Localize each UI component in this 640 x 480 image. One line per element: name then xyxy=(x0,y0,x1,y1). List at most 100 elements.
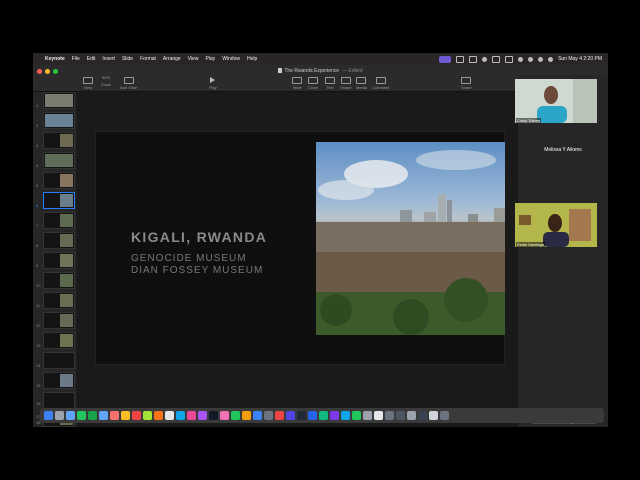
kigali-city-photo[interactable] xyxy=(316,142,505,335)
calendar-icon[interactable] xyxy=(132,411,141,420)
table-button[interactable]: Table xyxy=(292,77,302,90)
music-icon[interactable] xyxy=(187,411,196,420)
podcasts-icon[interactable] xyxy=(198,411,207,420)
text-button[interactable]: Text xyxy=(325,77,335,90)
sync-icon[interactable] xyxy=(482,56,488,62)
downloads-icon[interactable] xyxy=(429,411,438,420)
chrome-icon[interactable] xyxy=(275,411,284,420)
slide-thumbnail-9[interactable] xyxy=(43,252,75,269)
menu-arrange[interactable]: Arrange xyxy=(163,56,181,62)
slide-thumbnail-16[interactable] xyxy=(43,392,75,409)
preview-icon[interactable] xyxy=(363,411,372,420)
notes-icon[interactable] xyxy=(121,411,130,420)
shape-button[interactable]: Shape xyxy=(340,77,352,90)
slide-subtitle-line-2[interactable]: DIAN FOSSEY MUSEUM xyxy=(131,265,263,276)
menu-edit[interactable]: Edit xyxy=(87,56,96,62)
current-slide[interactable]: KIGALI, RWANDA GENOCIDE MUSEUM DIAN FOSS… xyxy=(95,131,505,365)
trash-icon[interactable] xyxy=(440,411,449,420)
slide-navigator: 1 2 3 4 5 6 7 8 9 10 11 12 13 14 15 16 1… xyxy=(33,92,76,427)
slide-subtitle-line-1[interactable]: GENOCIDE MUSEUM xyxy=(131,253,247,264)
comment-button[interactable]: Comment xyxy=(372,77,389,90)
app-store-icon[interactable] xyxy=(253,411,262,420)
share-label: Share xyxy=(461,85,472,90)
messages-icon[interactable] xyxy=(77,411,86,420)
view-label: View xyxy=(83,85,93,90)
slide-thumbnail-8[interactable] xyxy=(43,232,75,249)
finder-icon[interactable] xyxy=(44,411,53,420)
search-icon[interactable] xyxy=(528,56,534,62)
slide-thumbnail-3[interactable] xyxy=(43,132,75,149)
menu-help[interactable]: Help xyxy=(247,56,257,62)
slide-thumbnail-6[interactable] xyxy=(43,192,75,209)
menu-file[interactable]: File xyxy=(72,56,80,62)
news-icon[interactable] xyxy=(220,411,229,420)
menu-slide[interactable]: Slide xyxy=(122,56,133,62)
slide-thumbnail-2[interactable] xyxy=(43,112,75,129)
pages-icon[interactable] xyxy=(242,411,251,420)
menu-keynote[interactable]: Keynote xyxy=(45,56,65,62)
word-icon[interactable] xyxy=(308,411,317,420)
recent-document-icon[interactable] xyxy=(407,411,416,420)
share-button[interactable]: Share xyxy=(461,77,472,90)
menu-insert[interactable]: Insert xyxy=(102,56,115,62)
sidebar-icon xyxy=(83,77,93,84)
clipboard-icon[interactable] xyxy=(469,55,478,63)
battery-icon[interactable] xyxy=(505,55,514,63)
slide-thumbnail-5[interactable] xyxy=(43,172,75,189)
teams-icon[interactable] xyxy=(330,411,339,420)
siri-icon[interactable] xyxy=(548,56,554,62)
whatsapp-icon[interactable] xyxy=(352,411,361,420)
menu-clock[interactable]: Sun May 4 2:20 PM xyxy=(558,56,602,62)
slide-thumbnail-4[interactable] xyxy=(43,152,75,169)
mail-icon[interactable] xyxy=(99,411,108,420)
slide-thumbnail-13[interactable] xyxy=(43,332,75,349)
zoom-app-icon[interactable] xyxy=(286,411,295,420)
cloud-icon[interactable] xyxy=(456,55,465,63)
reminders-icon[interactable] xyxy=(154,411,163,420)
safari-icon[interactable] xyxy=(66,411,75,420)
slide-thumbnail-14[interactable] xyxy=(43,352,75,369)
slide-thumbnail-15[interactable] xyxy=(43,372,75,389)
view-button[interactable]: View xyxy=(83,77,93,90)
recent-document-icon[interactable] xyxy=(418,411,427,420)
video-call-status-icon[interactable] xyxy=(439,55,452,63)
freeform-icon[interactable] xyxy=(165,411,174,420)
slide-thumbnail-12[interactable] xyxy=(43,312,75,329)
menu-play[interactable]: Play xyxy=(205,56,215,62)
menu-view[interactable]: View xyxy=(188,56,199,62)
slide-thumbnail-1[interactable] xyxy=(43,92,75,109)
slide-thumbnail-10[interactable] xyxy=(43,272,75,289)
slide-title[interactable]: KIGALI, RWANDA xyxy=(131,229,267,245)
slide-thumbnail-7[interactable] xyxy=(43,212,75,229)
outlook-icon[interactable] xyxy=(341,411,350,420)
control-center-icon[interactable] xyxy=(538,56,544,62)
participant-video-bottom[interactable]: Estrie Kantiogo xyxy=(515,203,597,247)
facetime-icon[interactable] xyxy=(88,411,97,420)
participant-name-middle[interactable]: Melissa Y Aikens xyxy=(518,147,608,153)
photos-icon[interactable] xyxy=(110,411,119,420)
add-slide-button[interactable]: Add Slide xyxy=(120,77,137,90)
chart-button[interactable]: Chart xyxy=(308,77,318,90)
thumbnail-image xyxy=(45,114,73,127)
play-button[interactable]: Play xyxy=(209,77,217,90)
textedit-icon[interactable] xyxy=(374,411,383,420)
menu-format[interactable]: Format xyxy=(140,56,156,62)
excel-icon[interactable] xyxy=(319,411,328,420)
menu-window[interactable]: Window xyxy=(222,56,240,62)
participant-video-top[interactable]: Cindy Tolbert xyxy=(515,79,597,123)
numbers-icon[interactable] xyxy=(231,411,240,420)
zoom-dropdown[interactable]: 50% Zoom xyxy=(101,75,111,87)
slide-number: 12 xyxy=(36,323,41,328)
wifi-icon[interactable] xyxy=(518,56,524,62)
contacts-icon[interactable] xyxy=(143,411,152,420)
recent-document-icon[interactable] xyxy=(385,411,394,420)
display-icon[interactable] xyxy=(492,55,501,63)
media-button[interactable]: Media xyxy=(356,77,367,90)
tv-icon[interactable] xyxy=(209,411,218,420)
launchpad-icon[interactable] xyxy=(55,411,64,420)
keynote-icon[interactable] xyxy=(176,411,185,420)
slide-thumbnail-11[interactable] xyxy=(43,292,75,309)
terminal-icon[interactable] xyxy=(297,411,306,420)
recent-document-icon[interactable] xyxy=(396,411,405,420)
system-settings-icon[interactable] xyxy=(264,411,273,420)
